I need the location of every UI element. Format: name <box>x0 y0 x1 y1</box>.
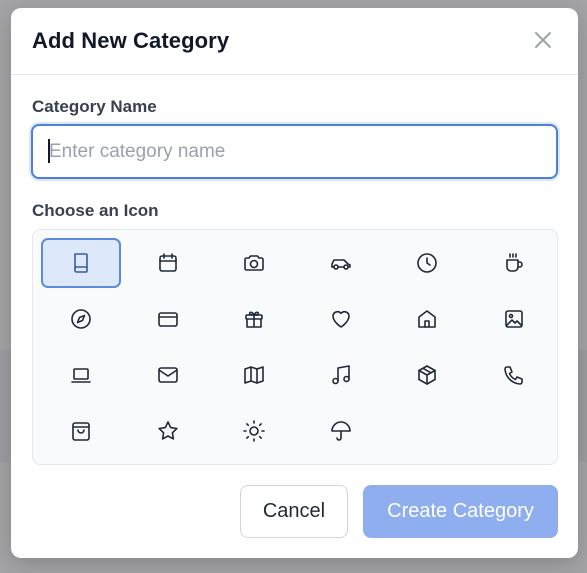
icon-option-sun[interactable] <box>214 406 294 456</box>
camera-icon <box>244 255 264 271</box>
calendar-icon <box>158 253 177 272</box>
laptop-icon <box>71 368 91 383</box>
category-name-label: Category Name <box>32 97 157 116</box>
icon-option-mail[interactable] <box>128 350 208 400</box>
icon-option-clock[interactable] <box>387 238 467 288</box>
icon-option-heart[interactable] <box>301 294 381 344</box>
icon-option-package[interactable] <box>387 350 467 400</box>
dialog-title: Add New Category <box>32 28 230 53</box>
icon-option-gift[interactable] <box>214 294 294 344</box>
icon-option-star[interactable] <box>128 406 208 456</box>
dialog-header: Add New Category <box>11 8 578 75</box>
home-icon <box>418 310 436 328</box>
compass-icon <box>71 309 91 329</box>
book-icon <box>74 253 88 273</box>
icon-option-laptop[interactable] <box>41 350 121 400</box>
icon-picker-grid <box>32 229 558 465</box>
icon-option-camera[interactable] <box>214 238 294 288</box>
close-icon <box>535 32 551 48</box>
icon-option-calendar[interactable] <box>128 238 208 288</box>
heart-icon <box>331 310 350 328</box>
icon-option-compass[interactable] <box>41 294 121 344</box>
star-icon <box>157 421 178 440</box>
cancel-button[interactable]: Cancel <box>240 485 348 538</box>
mail-icon <box>157 367 178 383</box>
category-name-input[interactable] <box>31 124 558 179</box>
sun-icon <box>243 420 265 442</box>
add-category-dialog: Add New Category Category Name Choose an… <box>11 8 578 558</box>
create-category-button[interactable]: Create Category <box>363 485 558 538</box>
icon-option-music[interactable] <box>301 350 381 400</box>
icon-option-image[interactable] <box>474 294 554 344</box>
shopping-bag-icon <box>72 422 90 441</box>
map-icon <box>244 366 264 384</box>
clock-icon <box>417 253 437 273</box>
icon-option-car[interactable] <box>301 238 381 288</box>
coffee-icon <box>505 253 523 272</box>
image-icon <box>504 310 523 328</box>
icon-option-phone[interactable] <box>474 350 554 400</box>
icon-option-credit-card[interactable] <box>128 294 208 344</box>
music-icon <box>331 365 350 385</box>
phone-icon <box>503 366 523 385</box>
gift-icon <box>245 311 263 328</box>
package-icon <box>418 365 436 385</box>
credit-card-icon <box>157 312 178 327</box>
choose-icon-label: Choose an Icon <box>32 201 159 220</box>
umbrella-icon <box>330 421 351 441</box>
icon-option-map[interactable] <box>214 350 294 400</box>
text-caret <box>48 139 50 163</box>
close-button[interactable] <box>530 27 556 53</box>
icon-option-shopping-bag[interactable] <box>41 406 121 456</box>
car-icon <box>330 259 351 270</box>
icon-option-home[interactable] <box>387 294 467 344</box>
icon-option-book[interactable] <box>41 238 121 288</box>
icon-option-coffee[interactable] <box>474 238 554 288</box>
icon-option-umbrella[interactable] <box>301 406 381 456</box>
